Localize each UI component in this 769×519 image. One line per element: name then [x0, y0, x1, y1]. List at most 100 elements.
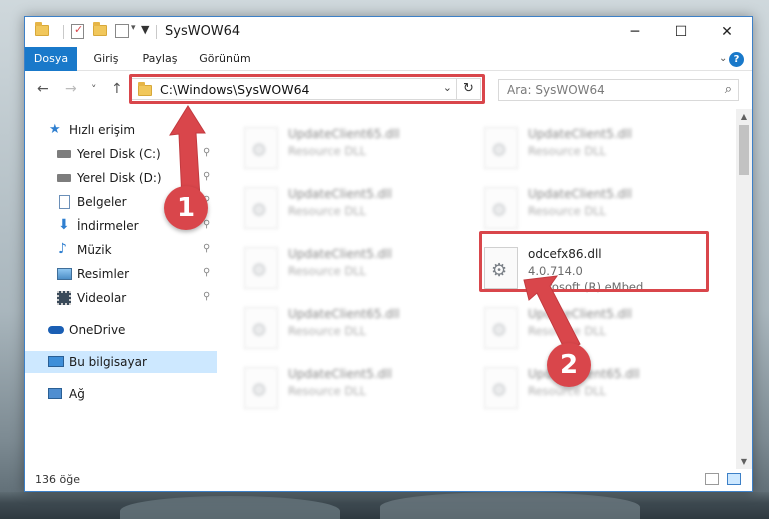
network-icon — [48, 388, 62, 399]
sidebar-item-label: Bu bilgisayar — [69, 355, 147, 369]
star-icon: ★ — [49, 122, 61, 137]
forward-button[interactable]: → — [65, 81, 77, 97]
computer-icon — [48, 356, 64, 367]
maximize-button[interactable]: ☐ — [658, 17, 704, 47]
vertical-scrollbar[interactable]: ▲ ▼ — [736, 109, 752, 469]
sidebar-item-label: Belgeler — [77, 195, 127, 209]
status-bar: 136 öğe — [25, 469, 752, 491]
qat-separator — [63, 25, 64, 39]
pin-icon: ⚲ — [203, 171, 211, 182]
search-icon[interactable]: ⌕ — [725, 82, 732, 97]
file-description: Resource DLL — [528, 144, 607, 158]
up-button[interactable]: ↑ — [111, 81, 123, 97]
tab-view[interactable]: Görünüm — [195, 47, 255, 71]
file-name: UpdateClient65.dll — [288, 307, 400, 321]
file-item[interactable]: ⚙ UpdateClient65.dll Resource DLL — [234, 305, 464, 357]
title-separator — [156, 25, 157, 39]
file-item[interactable]: ⚙ UpdateClient5.dll Resource DLL — [474, 125, 704, 177]
help-button[interactable]: ? — [729, 52, 744, 67]
navigation-pane: ★ Hızlı erişim Yerel Disk (C:) ⚲ Yerel D… — [25, 109, 217, 469]
drive-icon — [57, 150, 71, 158]
file-highlight — [479, 231, 709, 292]
file-name: UpdateClient65.dll — [288, 127, 400, 141]
window-title: SysWOW64 — [165, 24, 241, 39]
dll-file-icon: ⚙ — [244, 187, 278, 229]
address-bar-highlight — [129, 74, 485, 104]
pin-icon: ⚲ — [203, 219, 211, 230]
desktop-background — [0, 492, 769, 519]
scroll-down-icon[interactable]: ▼ — [736, 457, 752, 466]
qat-dropdown-icon[interactable]: ▾ — [131, 23, 136, 33]
desktop-hill — [380, 492, 640, 519]
scrollbar-thumb[interactable] — [739, 125, 749, 175]
sidebar-item-network[interactable]: Ağ — [25, 383, 217, 405]
sidebar-item-label: Yerel Disk (C:) — [77, 147, 161, 161]
item-count: 136 öğe — [35, 473, 80, 486]
dll-file-icon: ⚙ — [484, 307, 518, 349]
file-item[interactable]: ⚙ UpdateClient5.dll Resource DLL — [474, 185, 704, 237]
sidebar-item-label: OneDrive — [69, 323, 126, 337]
expand-ribbon-icon[interactable]: ⌄ — [719, 53, 727, 64]
sidebar-item-videos[interactable]: Videolar ⚲ — [25, 287, 217, 309]
file-item[interactable]: ⚙ UpdateClient5.dll Resource DLL — [474, 305, 704, 357]
cloud-icon — [48, 326, 64, 334]
properties-icon[interactable]: ✓ — [71, 23, 84, 39]
file-description: Resource DLL — [288, 384, 367, 398]
dll-file-icon: ⚙ — [244, 367, 278, 409]
pin-icon: ⚲ — [203, 291, 211, 302]
pin-icon: ⚲ — [203, 267, 211, 278]
sidebar-item-label: Ağ — [69, 387, 85, 401]
ribbon-tabs: Dosya Giriş Paylaş Görünüm ⌄ ? — [25, 47, 752, 71]
dll-file-icon: ⚙ — [244, 127, 278, 169]
file-description: Resource DLL — [288, 204, 367, 218]
file-name: UpdateClient5.dll — [528, 307, 632, 321]
tab-home[interactable]: Giriş — [85, 47, 127, 71]
recent-locations-button[interactable]: ˅ — [91, 83, 97, 96]
customize-qat-icon[interactable] — [115, 24, 129, 38]
dll-file-icon: ⚙ — [484, 127, 518, 169]
details-view-icon[interactable] — [705, 473, 719, 485]
sidebar-item-disk-c[interactable]: Yerel Disk (C:) ⚲ — [25, 143, 217, 165]
dll-file-icon: ⚙ — [244, 247, 278, 289]
sidebar-item-label: Resimler — [77, 267, 130, 281]
large-icons-view-icon[interactable] — [727, 473, 741, 485]
callout-step-2: 2 — [547, 343, 591, 387]
new-folder-icon[interactable] — [93, 22, 107, 36]
sidebar-item-label: Yerel Disk (D:) — [77, 171, 162, 185]
dll-file-icon: ⚙ — [484, 367, 518, 409]
file-description: Resource DLL — [528, 324, 607, 338]
file-name: UpdateClient5.dll — [288, 367, 392, 381]
file-item[interactable]: ⚙ UpdateClient65.dll Resource DLL — [234, 125, 464, 177]
downloads-icon: ⬇ — [58, 217, 70, 233]
sidebar-item-pictures[interactable]: Resimler ⚲ — [25, 263, 217, 285]
callout-step-1: 1 — [164, 186, 208, 230]
sidebar-item-label: Hızlı erişim — [69, 123, 136, 137]
qat-menu-icon[interactable]: ▼ — [141, 23, 149, 36]
file-description: Resource DLL — [288, 264, 367, 278]
tab-share[interactable]: Paylaş — [137, 47, 183, 71]
desktop-hill — [120, 496, 340, 519]
file-item[interactable]: ⚙ UpdateClient5.dll Resource DLL — [234, 185, 464, 237]
sidebar-item-onedrive[interactable]: OneDrive — [25, 319, 217, 341]
search-input[interactable]: Ara: SysWOW64 ⌕ — [498, 79, 739, 101]
back-button[interactable]: ← — [37, 81, 49, 97]
tab-file[interactable]: Dosya — [25, 47, 77, 71]
dll-file-icon: ⚙ — [484, 187, 518, 229]
file-item[interactable]: ⚙ UpdateClient5.dll Resource DLL — [234, 365, 464, 417]
sidebar-item-this-pc[interactable]: Bu bilgisayar — [25, 351, 217, 373]
sidebar-item-music[interactable]: ♪ Müzik ⚲ — [25, 239, 217, 261]
music-icon: ♪ — [58, 241, 67, 257]
file-name: UpdateClient5.dll — [528, 127, 632, 141]
file-item[interactable]: ⚙ UpdateClient5.dll Resource DLL — [234, 245, 464, 297]
sidebar-item-quick-access[interactable]: ★ Hızlı erişim — [25, 119, 217, 141]
pictures-icon — [57, 268, 72, 280]
close-button[interactable]: ✕ — [704, 17, 750, 47]
videos-icon — [57, 291, 71, 305]
file-name: UpdateClient5.dll — [528, 187, 632, 201]
file-name: UpdateClient5.dll — [288, 187, 392, 201]
file-description: Resource DLL — [528, 204, 607, 218]
sidebar-item-label: Müzik — [77, 243, 112, 257]
drive-icon — [57, 174, 71, 182]
scroll-up-icon[interactable]: ▲ — [736, 112, 752, 121]
minimize-button[interactable]: ─ — [612, 17, 658, 47]
